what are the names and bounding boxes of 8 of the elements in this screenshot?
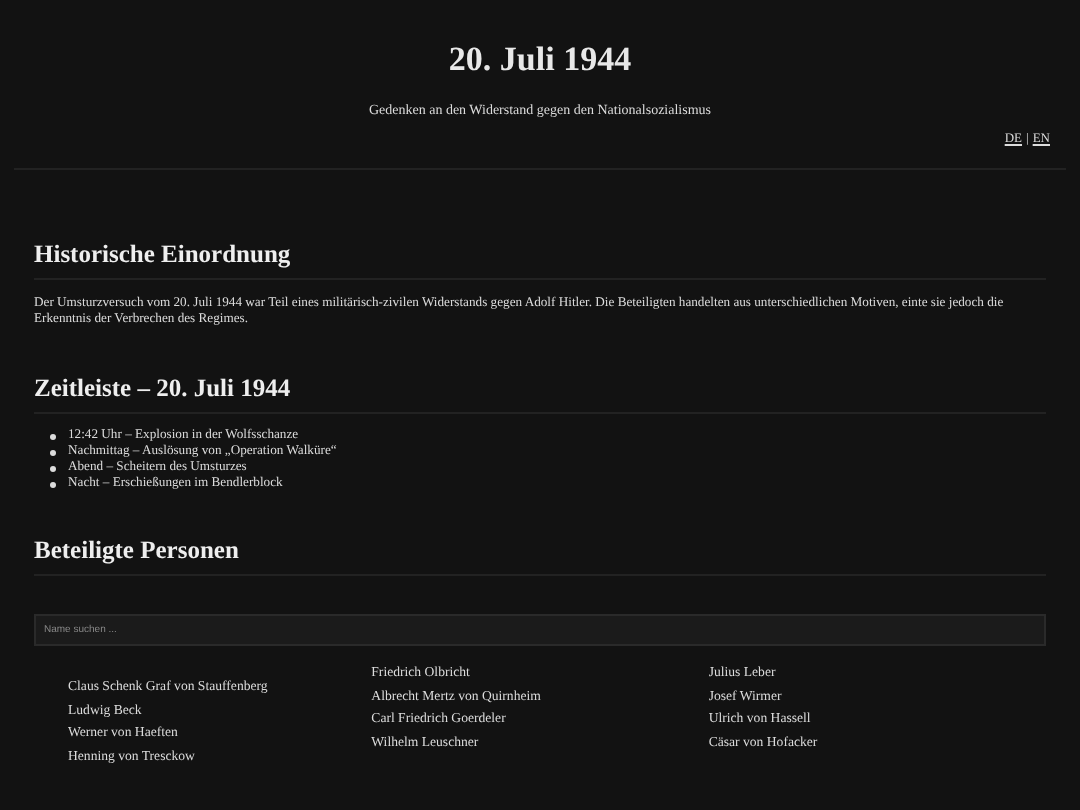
bullet-icon: [50, 465, 56, 471]
bullet-icon: [50, 433, 56, 439]
page-title: 20. Juli 1944: [448, 40, 632, 80]
section-heading: Zeitleiste – 20. Juli 1944: [34, 374, 1046, 414]
bullet-icon: [50, 481, 56, 487]
bullet-icon: [50, 449, 56, 455]
section-heading: Historische Einordnung: [34, 240, 1046, 280]
section-heading: Beteiligte Personen: [34, 536, 1046, 576]
